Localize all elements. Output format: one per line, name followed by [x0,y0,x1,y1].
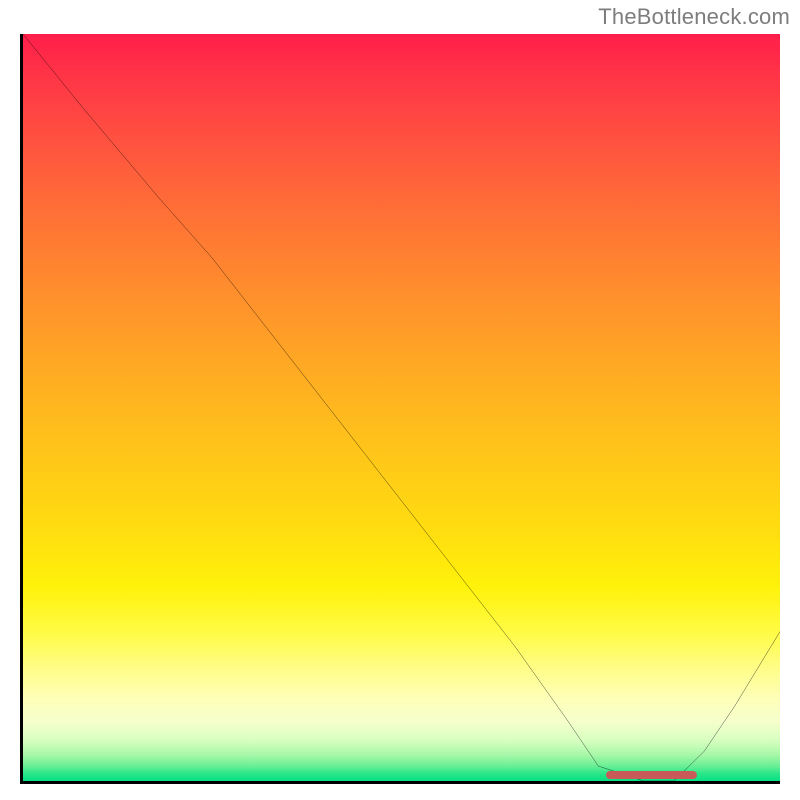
chart-container: TheBottleneck.com [0,0,800,800]
plot-area [20,34,780,784]
minimum-marker [606,771,697,779]
gradient-background [23,34,780,781]
watermark-text: TheBottleneck.com [598,4,790,30]
